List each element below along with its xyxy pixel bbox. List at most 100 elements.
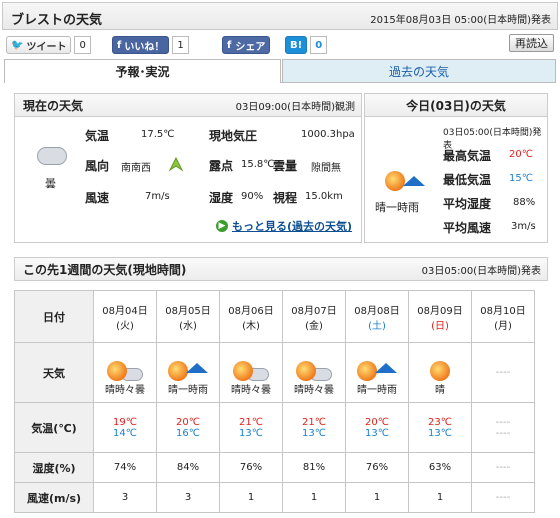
weather-cell: 晴時々曇	[93, 342, 157, 403]
low-temp: ----	[495, 427, 511, 439]
temp-row-label: 気温(℃)	[14, 402, 94, 453]
low-temp: 13℃	[302, 427, 326, 439]
weather-row-label: 天気	[14, 342, 94, 403]
day-of-week: (土)	[368, 320, 386, 332]
avg-wind-label: 平均風速	[443, 221, 492, 235]
more-past-weather-link[interactable]: ▶ もっと見る(過去の天気)	[216, 218, 352, 234]
day-date: 08月09日	[417, 305, 463, 317]
sun-icon	[409, 355, 471, 381]
avg-wind-value: 3m/s	[511, 221, 536, 232]
high-temp: 21℃	[239, 416, 263, 428]
like-group: f いいね！ 1	[112, 36, 189, 54]
reload-button[interactable]: 再読込	[509, 34, 554, 52]
page-title: ブレストの天気	[11, 13, 103, 28]
low-temp: 13℃	[365, 427, 389, 439]
dew-point-value: 15.8℃	[241, 159, 275, 170]
day-date: 08月07日	[291, 305, 337, 317]
date-cell: 08月05日 (水)	[156, 290, 220, 343]
day-weather-text: 晴時々曇	[294, 385, 334, 396]
weather-cell: 晴	[408, 342, 472, 403]
title-bar: ブレストの天気 2015年08月03日 05:00(日本時間)発表	[2, 2, 558, 30]
table-row: 風速(m/s) 3 3 1 1 1 1 ----	[14, 482, 535, 513]
low-temp: 16℃	[176, 427, 200, 439]
today-weather-text: 晴一時雨	[375, 201, 419, 214]
day-humidity: 63%	[428, 462, 452, 473]
temp-cell: 21℃ 13℃	[219, 402, 283, 453]
temp-label: 気温	[85, 129, 110, 143]
arrow-right-icon: ▶	[216, 220, 228, 232]
date-cell: 08月10日 (月)	[471, 290, 535, 343]
day-weather-text: 晴	[435, 385, 445, 396]
wind-row-label: 風速(m/s)	[14, 482, 94, 513]
high-temp: 19℃	[113, 416, 137, 428]
max-temp-value: 20℃	[509, 149, 533, 160]
hatena-bookmark-button[interactable]: B!	[285, 36, 308, 54]
table-row: 気温(℃) 19℃ 14℃ 20℃ 16℃ 21℃ 13℃ 21℃ 13℃ 20℃ 13℃…	[14, 402, 535, 453]
tab-bar: 予報･実況 過去の天気	[4, 59, 556, 83]
day-weather-text: 晴時々曇	[231, 385, 271, 396]
like-button[interactable]: f いいね！	[112, 36, 170, 54]
cloud-icon	[37, 147, 67, 168]
day-date: 08月06日	[228, 305, 274, 317]
date-cell: 08月06日 (木)	[219, 290, 283, 343]
sun-umbrella-icon	[157, 355, 219, 381]
min-temp-label: 最低気温	[443, 173, 492, 187]
humidity-cell: 76%	[219, 452, 283, 483]
day-wind: 3	[184, 492, 192, 503]
wind-direction-label: 風向	[85, 159, 110, 173]
sun-umbrella-icon	[346, 355, 408, 381]
humidity-label: 湿度	[209, 191, 234, 205]
humidity-row-label: 湿度(%)	[14, 452, 94, 483]
high-temp: ----	[495, 416, 511, 428]
temp-cell: 21℃ 13℃	[282, 402, 346, 453]
day-wind: 1	[247, 492, 255, 503]
tweet-button[interactable]: 🐦 ツイート	[6, 36, 72, 54]
share-group: f シェア	[222, 36, 271, 54]
weather-cell: ----	[471, 342, 535, 403]
temp-value: 17.5℃	[141, 129, 175, 140]
current-weather-text: 曇	[45, 177, 56, 190]
day-of-week: (月)	[494, 320, 512, 332]
humidity-cell: 84%	[156, 452, 220, 483]
day-of-week: (水)	[179, 320, 197, 332]
day-of-week: (火)	[116, 320, 134, 332]
weather-cell: 晴時々曇	[219, 342, 283, 403]
high-temp: 21℃	[302, 416, 326, 428]
min-temp-value: 15℃	[509, 173, 533, 184]
weather-cell: 晴時々曇	[282, 342, 346, 403]
sun-umbrella-icon	[385, 171, 425, 191]
cloud-cover-label: 雲量	[273, 159, 298, 173]
humidity-cell: 63%	[408, 452, 472, 483]
tab-forecast[interactable]: 予報･実況	[4, 59, 281, 83]
day-humidity: 81%	[302, 462, 326, 473]
humidity-value: 90%	[241, 191, 264, 202]
tweet-group: 🐦 ツイート 0	[6, 36, 91, 54]
day-of-week: (日)	[431, 320, 449, 332]
tab-past-weather[interactable]: 過去の天気	[282, 59, 556, 83]
wind-cell: 1	[282, 482, 346, 513]
share-button[interactable]: f シェア	[222, 36, 271, 54]
day-date: 08月04日	[102, 305, 148, 317]
current-weather-header: 現在の天気 03日09:00(日本時間)観測	[14, 93, 362, 117]
temp-cell: 20℃ 16℃	[156, 402, 220, 453]
day-weather-text: ----	[495, 367, 511, 378]
table-row: 天気 晴時々曇 晴一時雨 晴時々曇 晴時々曇 晴一時雨 晴 ----	[14, 342, 535, 403]
day-date: 08月10日	[480, 305, 526, 317]
humidity-cell: 76%	[345, 452, 409, 483]
day-humidity: 84%	[176, 462, 200, 473]
sun-cloud-icon	[283, 355, 345, 381]
humidity-cell: 81%	[282, 452, 346, 483]
day-humidity: 76%	[365, 462, 389, 473]
humidity-cell: ----	[471, 452, 535, 483]
date-cell: 08月08日 (土)	[345, 290, 409, 343]
tweet-count: 0	[74, 36, 91, 54]
sun-cloud-icon	[220, 355, 282, 381]
wind-cell: ----	[471, 482, 535, 513]
pressure-label: 現地気圧	[209, 129, 258, 143]
table-row: 日付 08月04日 (火) 08月05日 (水) 08月06日 (木) 08月07日 (…	[14, 290, 535, 343]
day-weather-text: 晴一時雨	[168, 385, 208, 396]
high-temp: 20℃	[365, 416, 389, 428]
day-wind: 1	[373, 492, 381, 503]
wind-cell: 3	[156, 482, 220, 513]
wind-cell: 3	[93, 482, 157, 513]
